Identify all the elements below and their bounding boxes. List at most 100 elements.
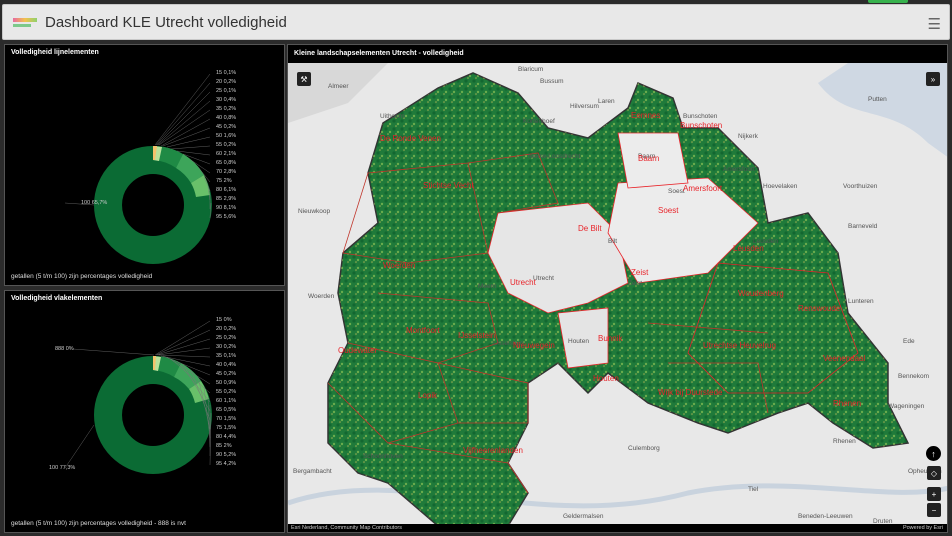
municipality-label[interactable]: Vijfheerenlanden bbox=[463, 446, 523, 455]
municipality-label[interactable]: IJsselstein bbox=[458, 331, 495, 340]
city-label: Schoonhoven bbox=[363, 453, 403, 460]
legend-item: 80 6,1% bbox=[216, 187, 237, 193]
city-label: Geldermalsen bbox=[563, 513, 604, 520]
lines-donut-chart bbox=[64, 73, 212, 264]
city-label: Nijkerk bbox=[738, 133, 759, 140]
map-attribution: Esri Nederland, Community Map Contributo… bbox=[288, 524, 947, 532]
legend-item: 30 0,4% bbox=[216, 97, 237, 103]
municipality-label[interactable]: Woerden bbox=[383, 261, 415, 270]
city-label: Putten bbox=[868, 96, 887, 103]
city-label: Rhenen bbox=[833, 438, 856, 445]
city-label: Woerden bbox=[308, 293, 335, 300]
app-header: Dashboard KLE Utrecht volledigheid ☰ bbox=[2, 4, 950, 40]
lines-chart-panel: Volledigheid lijnelementen 100 65,7% 15 … bbox=[4, 44, 285, 286]
municipality-label[interactable]: Houten bbox=[593, 374, 619, 383]
city-label: Nieuwkoop bbox=[298, 208, 331, 215]
city-label: Culemborg bbox=[628, 445, 660, 452]
city-label: Hoevelaken bbox=[763, 183, 798, 190]
legend-item: 40 0,8% bbox=[216, 115, 237, 121]
municipality-label[interactable]: Wijk bij Duurstede bbox=[658, 388, 723, 397]
city-label: Uithoorn bbox=[380, 113, 405, 120]
municipality-label[interactable]: Soest bbox=[658, 206, 679, 215]
legend-item: 25 0,2% bbox=[216, 335, 237, 341]
legend-item: 55 0,2% bbox=[216, 389, 237, 395]
city-label: Bennekom bbox=[898, 373, 929, 380]
legend-item: 25 0,1% bbox=[216, 88, 237, 94]
map-canvas[interactable]: Almeer Blaricum Bussum Laren Uithoorn Kortenh… bbox=[288, 63, 948, 526]
municipality-label[interactable]: Oudewater bbox=[338, 346, 377, 355]
municipality-label[interactable]: Lopik bbox=[418, 391, 438, 400]
municipality-label[interactable]: Utrecht bbox=[510, 278, 537, 287]
locate-icon[interactable]: ◇ bbox=[927, 466, 941, 480]
city-label: Blaricum bbox=[518, 66, 543, 73]
municipality-label[interactable]: Montfoort bbox=[406, 326, 441, 335]
city-label: Tiel bbox=[748, 486, 759, 493]
municipality-label[interactable]: Rhenen bbox=[833, 399, 861, 408]
city-label: Bussum bbox=[540, 78, 563, 85]
legend-item: 45 0,2% bbox=[216, 124, 237, 130]
legend-item: 45 0,2% bbox=[216, 371, 237, 377]
north-arrow-icon[interactable]: ↑ bbox=[926, 446, 941, 461]
panel-footer: getallen (5 t/m 100) zijn percentages vo… bbox=[11, 273, 153, 280]
city-label: Amersfoort bbox=[723, 166, 755, 173]
municipality-label[interactable]: Stichtse Vecht bbox=[423, 181, 474, 190]
legend-item: 95 5,6% bbox=[216, 214, 237, 220]
legend-item: 55 0,2% bbox=[216, 142, 237, 148]
municipality-label[interactable]: Woudenberg bbox=[738, 289, 784, 298]
collapse-icon[interactable]: » bbox=[926, 72, 940, 86]
big-slice-label: 100 77,3% bbox=[49, 465, 76, 471]
municipality-label[interactable]: Utrechtse Heuvelrug bbox=[703, 341, 776, 350]
city-label: Hilversum bbox=[570, 103, 599, 110]
municipality-label[interactable]: Bunschoten bbox=[680, 121, 722, 130]
municipality-label[interactable]: Veenendaal bbox=[823, 354, 865, 363]
legend-item: 35 0,1% bbox=[216, 353, 237, 359]
legend-item: 70 1,5% bbox=[216, 416, 237, 422]
city-label: Barneveld bbox=[848, 223, 878, 230]
areas-chart-panel: Volledigheid vlakelementen 888 0% 100 77… bbox=[4, 290, 285, 533]
logo-icon bbox=[13, 16, 37, 28]
city-label: Bunschoten bbox=[683, 113, 718, 120]
powered-by[interactable]: Powered by Esri bbox=[903, 525, 943, 531]
legend-item: 15 0,1% bbox=[216, 70, 237, 76]
municipality-label[interactable]: Leusden bbox=[733, 244, 764, 253]
municipality-label[interactable]: Renswoude bbox=[798, 304, 841, 313]
legend-item: 50 0,9% bbox=[216, 380, 237, 386]
legend-item: 80 4,4% bbox=[216, 434, 237, 440]
legend-item: 90 8,1% bbox=[216, 205, 237, 211]
zoom-out-button[interactable]: − bbox=[927, 503, 941, 517]
city-label: Utrecht bbox=[533, 275, 554, 282]
city-label: Beneden-Leeuwen bbox=[798, 513, 853, 520]
legend-item: 50 1,6% bbox=[216, 133, 237, 139]
menu-icon[interactable]: ☰ bbox=[928, 15, 941, 33]
page-title: Dashboard KLE Utrecht volledigheid bbox=[45, 13, 287, 31]
city-label: Nieuw-Loosdrecht bbox=[528, 153, 581, 160]
legend-item: 30 0,2% bbox=[216, 344, 237, 350]
city-label: Kortenhoef bbox=[523, 118, 555, 125]
municipality-label[interactable]: Bunnik bbox=[598, 334, 623, 343]
status-indicator bbox=[868, 0, 908, 3]
nvt-label: 888 0% bbox=[55, 346, 74, 352]
city-label: Zeist bbox=[628, 280, 642, 287]
municipality-label[interactable]: De Bilt bbox=[578, 224, 602, 233]
legend-item: 70 2,8% bbox=[216, 169, 237, 175]
legend-item: 75 2% bbox=[216, 178, 232, 184]
municipality-label[interactable]: Nieuwegein bbox=[513, 341, 555, 350]
municipality-label[interactable]: De Ronde Venen bbox=[380, 134, 441, 143]
legend-item: 85 2,9% bbox=[216, 196, 237, 202]
map-panel: Kleine landschapselementen Utrecht - vol… bbox=[287, 44, 948, 533]
city-label: Wageningen bbox=[888, 403, 925, 410]
legend-item: 75 1,5% bbox=[216, 425, 237, 431]
city-label: Ede bbox=[903, 338, 915, 345]
legend-item: 35 0,2% bbox=[216, 106, 237, 112]
legend-item: 20 0,2% bbox=[216, 326, 237, 332]
municipality-label[interactable]: Amersfoort bbox=[683, 184, 723, 193]
zoom-in-button[interactable]: + bbox=[927, 487, 941, 501]
municipality-label[interactable]: Zeist bbox=[631, 268, 649, 277]
municipality-label[interactable]: Baarn bbox=[638, 154, 659, 163]
legend-item: 95 4,2% bbox=[216, 461, 237, 467]
legend-item: 40 0,4% bbox=[216, 362, 237, 368]
city-label: Laren bbox=[598, 98, 615, 105]
tools-icon[interactable]: ⚒ bbox=[297, 72, 311, 86]
municipality-label[interactable]: Eemnes bbox=[631, 111, 660, 120]
attribution-text: Esri Nederland, Community Map Contributo… bbox=[291, 525, 402, 531]
